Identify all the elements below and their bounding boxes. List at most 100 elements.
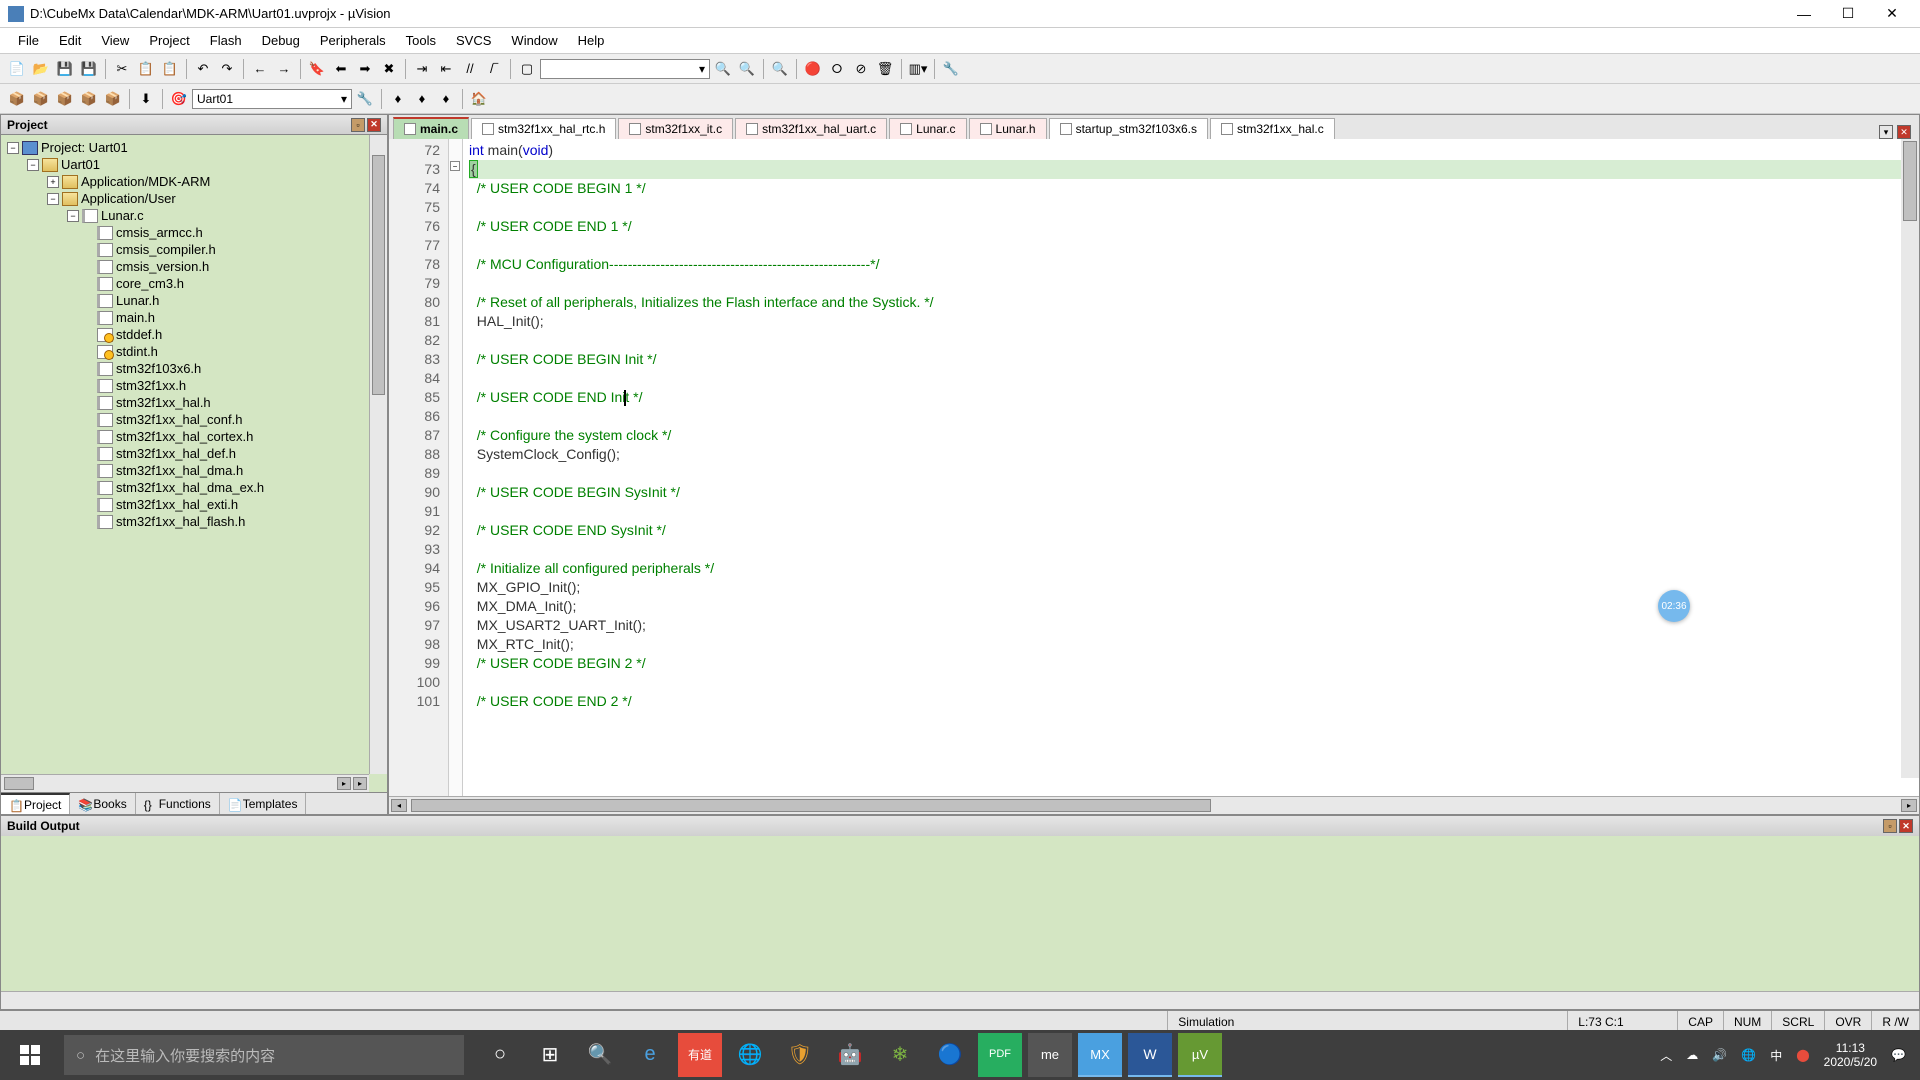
editor-tab[interactable]: startup_stm32f103x6.s <box>1049 118 1208 139</box>
editor-tab[interactable]: stm32f1xx_hal.c <box>1210 118 1335 139</box>
find-button[interactable] <box>712 58 734 80</box>
tree-toggle[interactable]: + <box>47 176 59 188</box>
panel-tab-books[interactable]: 📚Books <box>70 793 135 814</box>
panel-tab-templates[interactable]: 📄Templates <box>220 793 307 814</box>
file-label[interactable]: stm32f1xx_hal.h <box>116 395 211 410</box>
taskbar-app[interactable]: PDF <box>978 1033 1022 1077</box>
outdent-button[interactable] <box>435 58 457 80</box>
onedrive-icon[interactable]: ☁ <box>1686 1048 1698 1062</box>
panel-tab-project[interactable]: 📋Project <box>1 793 70 814</box>
taskbar-clock[interactable]: 11:13 2020/5/20 <box>1824 1041 1877 1070</box>
build-button[interactable]: 📦 <box>30 88 52 110</box>
maximize-button[interactable]: ☐ <box>1836 2 1860 26</box>
file-label[interactable]: Lunar.c <box>101 208 144 223</box>
rebuild-button[interactable]: 📦 <box>54 88 76 110</box>
target-select[interactable]: Uart01▾ <box>192 89 352 109</box>
close-button[interactable]: ✕ <box>1880 2 1904 26</box>
file-label[interactable]: cmsis_compiler.h <box>116 242 216 257</box>
cubemx-app[interactable]: MX <box>1078 1033 1122 1077</box>
file-label[interactable]: stdint.h <box>116 344 158 359</box>
macro-button[interactable]: ▢ <box>516 58 538 80</box>
editor-tab[interactable]: stm32f1xx_hal_uart.c <box>735 118 887 139</box>
file-label[interactable]: cmsis_armcc.h <box>116 225 203 240</box>
project-root-label[interactable]: Project: Uart01 <box>41 140 128 155</box>
breakpoint-insert-button[interactable] <box>802 58 824 80</box>
panel-pin-button[interactable]: ▫ <box>351 118 365 132</box>
file-label[interactable]: stm32f1xx.h <box>116 378 186 393</box>
recording-timer-badge[interactable]: 02:36 <box>1658 590 1690 622</box>
tree-toggle[interactable]: − <box>47 193 59 205</box>
stop-build-button[interactable]: 📦 <box>102 88 124 110</box>
indent-button[interactable] <box>411 58 433 80</box>
tray-chevron-icon[interactable]: ︿ <box>1660 1047 1672 1064</box>
new-file-button[interactable] <box>6 58 28 80</box>
volume-icon[interactable]: 🔊 <box>1712 1048 1727 1062</box>
target-label[interactable]: Uart01 <box>61 157 100 172</box>
download-button[interactable] <box>135 88 157 110</box>
file-label[interactable]: core_cm3.h <box>116 276 184 291</box>
minimize-button[interactable]: — <box>1792 2 1816 26</box>
manage-project-button[interactable]: ♦ <box>387 88 409 110</box>
paste-button[interactable] <box>159 58 181 80</box>
cortana-button[interactable]: ○ <box>478 1033 522 1077</box>
bookmark-clear-button[interactable]: ✖ <box>378 58 400 80</box>
group-label[interactable]: Application/User <box>81 191 176 206</box>
open-file-button[interactable] <box>30 58 52 80</box>
undo-button[interactable] <box>192 58 214 80</box>
breakpoint-kill-button[interactable]: 🗑 <box>874 58 896 80</box>
taskbar-search[interactable]: ○ 在这里输入你要搜索的内容 <box>64 1035 464 1075</box>
editor-tab[interactable]: stm32f1xx_it.c <box>618 118 733 139</box>
copy-button[interactable] <box>135 58 157 80</box>
manage-rte-button[interactable]: 🏠 <box>468 88 490 110</box>
menu-project[interactable]: Project <box>139 31 199 50</box>
panel-tab-functions[interactable]: {}Functions <box>136 793 220 814</box>
menu-file[interactable]: File <box>8 31 49 50</box>
bookmark-next-button[interactable]: ➡ <box>354 58 376 80</box>
taskbar-app[interactable]: 有道 <box>678 1033 722 1077</box>
comment-button[interactable]: // <box>459 58 481 80</box>
manage-project-button-3[interactable]: ♦ <box>435 88 457 110</box>
breakpoint-enable-button[interactable]: ⭘ <box>826 58 848 80</box>
code-text[interactable]: int main(void){ /* USER CODE BEGIN 1 */ … <box>463 139 1919 796</box>
file-label[interactable]: stm32f1xx_hal_dma_ex.h <box>116 480 264 495</box>
build-output-body[interactable] <box>1 836 1919 991</box>
tree-toggle[interactable]: − <box>27 159 39 171</box>
configure-button[interactable] <box>940 58 962 80</box>
debug-session-button[interactable]: 🔍 <box>769 58 791 80</box>
bookmark-prev-button[interactable]: ⬅ <box>330 58 352 80</box>
editor-tab[interactable]: main.c <box>393 117 469 139</box>
file-label[interactable]: main.h <box>116 310 155 325</box>
save-all-button[interactable] <box>78 58 100 80</box>
editor-tab[interactable]: Lunar.c <box>889 118 966 139</box>
panel-close-button[interactable]: ✕ <box>367 118 381 132</box>
tree-toggle[interactable]: − <box>7 142 19 154</box>
nav-back-button[interactable] <box>249 58 271 80</box>
taskbar-app[interactable]: 🤖 <box>828 1033 872 1077</box>
taskbar-app[interactable]: me <box>1028 1033 1072 1077</box>
group-label[interactable]: Application/MDK-ARM <box>81 174 210 189</box>
menu-peripherals[interactable]: Peripherals <box>310 31 396 50</box>
nav-forward-button[interactable] <box>273 58 295 80</box>
file-label[interactable]: stddef.h <box>116 327 162 342</box>
cut-button[interactable] <box>111 58 133 80</box>
editor-hscrollbar[interactable]: ◂ ▸ <box>389 796 1919 814</box>
bookmark-button[interactable] <box>306 58 328 80</box>
file-label[interactable]: Lunar.h <box>116 293 159 308</box>
panel-close-button[interactable]: ✕ <box>1899 819 1913 833</box>
taskbar-app[interactable]: ❄ <box>878 1033 922 1077</box>
project-tree[interactable]: −Project: Uart01 −Uart01 +Application/MD… <box>1 135 387 534</box>
edge-app[interactable]: e <box>628 1033 672 1077</box>
ime-mode-icon[interactable]: ⬤ <box>1796 1048 1809 1062</box>
chrome-app[interactable]: 🌐 <box>728 1033 772 1077</box>
code-editor[interactable]: 7273747576777879808182838485868788899091… <box>389 139 1919 796</box>
file-label[interactable]: stm32f1xx_hal_conf.h <box>116 412 242 427</box>
taskbar-app[interactable]: 🔍 <box>578 1033 622 1077</box>
notifications-icon[interactable]: 💬 <box>1891 1048 1906 1062</box>
editor-close-button[interactable]: ✕ <box>1897 125 1911 139</box>
fold-gutter[interactable]: − <box>449 139 463 796</box>
file-label[interactable]: stm32f1xx_hal_def.h <box>116 446 236 461</box>
task-view-button[interactable]: ⊞ <box>528 1033 572 1077</box>
word-app[interactable]: W <box>1128 1033 1172 1077</box>
start-button[interactable] <box>0 1030 60 1080</box>
editor-vscrollbar[interactable] <box>1901 139 1919 778</box>
